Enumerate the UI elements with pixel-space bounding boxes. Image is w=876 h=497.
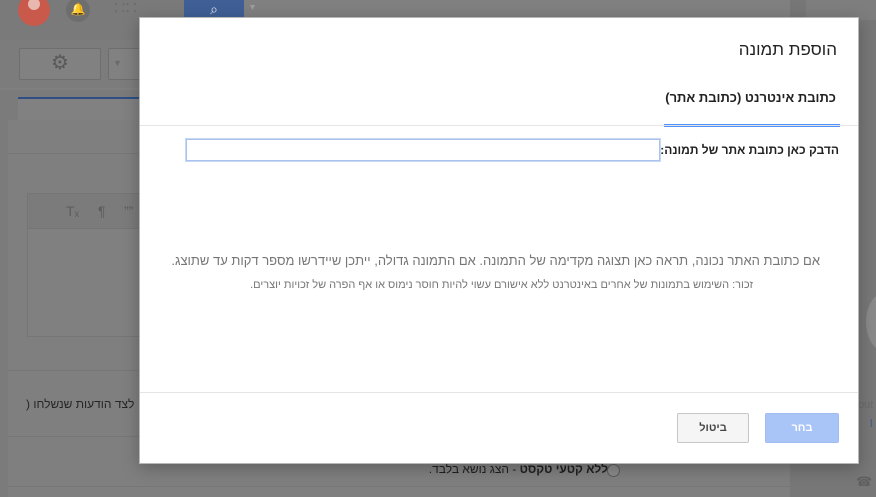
sent-messages-label: ) לצד הודעות שנשלחו (26, 397, 135, 411)
image-url-label: הדבק כאן כתובת אתר של תמונה: (660, 143, 839, 157)
quote-icon[interactable]: ”” (124, 203, 133, 219)
no-snippets-bold: ללא קטעי טקסט (519, 462, 608, 476)
preview-hint: אם כתובת האתר נכונה, תראה כאן תצוגה מקדי… (171, 253, 820, 268)
divider (8, 370, 138, 371)
tab-web-address[interactable]: כתובת אינטרנט (כתובת אתר) (664, 88, 840, 127)
apps-grid-icon[interactable]: ∷∷ (114, 0, 137, 20)
insert-image-dialog: הוספת תמונה כתובת אינטרנט (כתובת אתר) הד… (139, 17, 859, 464)
search-icon: ⌕ (210, 1, 218, 17)
remove-format-icon[interactable]: Tₓ (66, 203, 79, 219)
select-button[interactable]: בחר (765, 413, 839, 443)
more-dropdown-button[interactable]: ▼ (108, 48, 142, 80)
side-panel-link[interactable]: l (870, 418, 872, 430)
no-snippets-label: ללא קטעי טקסט - הצג נושא בלבד. (429, 462, 608, 476)
search-options-chevron-icon[interactable]: ▼ (248, 2, 257, 12)
footer-divider (140, 392, 858, 393)
editor-toolbar: Tₓ ¶ ”” (28, 194, 148, 229)
signature-editor[interactable]: Tₓ ¶ ”” (27, 193, 149, 337)
tab-web-address-label: כתובת אינטרנט (כתובת אתר) (665, 90, 836, 105)
phone-icon[interactable]: ☎ (856, 474, 872, 490)
no-snippets-radio[interactable] (607, 464, 620, 477)
side-panel-text: out (858, 399, 874, 411)
image-url-input[interactable] (186, 139, 660, 161)
divider (8, 486, 790, 487)
tab-divider (140, 125, 858, 126)
no-snippets-rest: - הצג נושא בלבד. (428, 462, 520, 476)
cancel-button[interactable]: ביטול (677, 413, 749, 443)
dialog-title: הוספת תמונה (738, 40, 837, 59)
settings-button[interactable]: ⚙ (19, 48, 101, 80)
copyright-hint: זכור: השימוש בתמונות של אחרים באינטרנט ל… (250, 279, 753, 291)
settings-tab[interactable] (18, 97, 148, 121)
gear-icon: ⚙ (51, 52, 69, 74)
divider (8, 153, 138, 154)
paragraph-direction-icon[interactable]: ¶ (98, 203, 106, 219)
